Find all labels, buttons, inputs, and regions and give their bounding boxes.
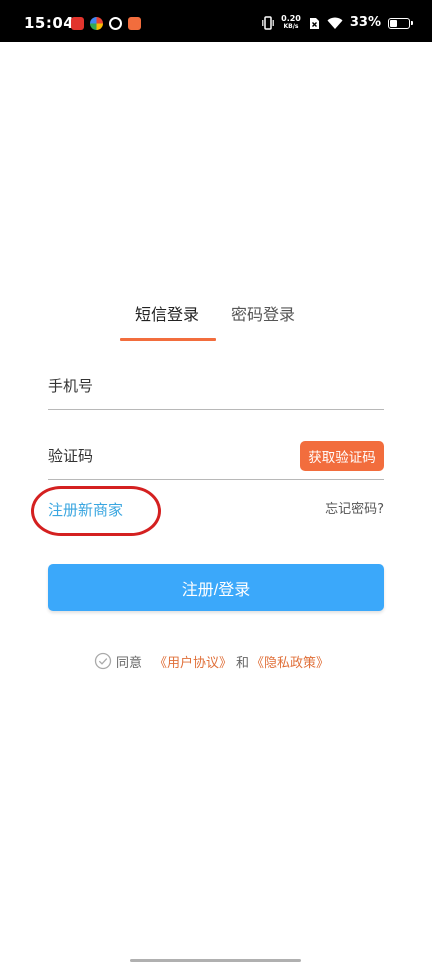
vibrate-icon (262, 16, 274, 30)
no-sim-icon (309, 17, 319, 29)
agreement-row: 同意 《用户协议》 和 《隐私政策》 (94, 651, 329, 671)
app-notification-icon (109, 17, 122, 30)
highlight-annotation (31, 486, 161, 536)
user-agreement-link[interactable]: 《用户协议》 (154, 652, 232, 671)
home-indicator[interactable] (130, 959, 301, 962)
app-notification-icon (71, 17, 84, 30)
net-speed-value: 0.20 (281, 14, 301, 23)
battery-icon (388, 17, 413, 29)
and-text: 和 (236, 655, 250, 671)
status-bar: 15:04 0.20 KB/s 33% (0, 0, 432, 42)
battery-fill (390, 19, 397, 27)
agree-checkbox-icon[interactable] (94, 652, 112, 670)
notification-icons (71, 17, 141, 30)
login-page: 15:04 0.20 KB/s 33% 短信登录 密码登录 手机号 验证码 获取… (0, 0, 432, 964)
active-tab-indicator (120, 338, 216, 341)
wifi-icon (327, 17, 343, 29)
privacy-policy-link[interactable]: 《隐私政策》 (251, 652, 329, 671)
code-input-underline (48, 479, 384, 480)
phone-input[interactable]: 手机号 (48, 376, 93, 396)
agree-text: 同意 (116, 655, 143, 671)
app-notification-icon (128, 17, 141, 30)
verification-code-input[interactable]: 验证码 (48, 446, 93, 466)
net-speed-unit: KB/s (283, 23, 299, 30)
phone-input-underline (48, 409, 384, 410)
register-login-button[interactable]: 注册/登录 (48, 564, 384, 611)
network-speed: 0.20 KB/s (281, 15, 301, 31)
status-time: 15:04 (24, 14, 75, 32)
status-right: 0.20 KB/s 33% (262, 14, 413, 32)
app-notification-icon (90, 17, 103, 30)
get-code-button[interactable]: 获取验证码 (300, 441, 384, 471)
tab-sms-login[interactable]: 短信登录 (135, 304, 199, 326)
forgot-password-link[interactable]: 忘记密码? (325, 501, 384, 519)
battery-percent: 33% (349, 15, 381, 30)
tab-password-login[interactable]: 密码登录 (231, 304, 295, 326)
